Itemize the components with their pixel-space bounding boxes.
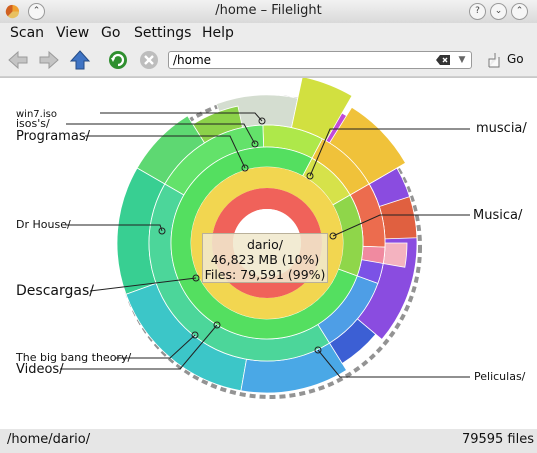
label-muscia[interactable]: muscia/ [476,121,527,136]
maximize-icon[interactable]: ⌃ [511,3,528,20]
go-button[interactable]: Go [481,50,533,70]
status-bar: /home/dario/ 79595 files [0,429,537,453]
chevron-down-icon[interactable]: ▼ [456,53,468,67]
menu-bar: Scan View Go Settings Help [0,23,537,44]
label-descargas[interactable]: Descargas/ [16,283,94,299]
toolbar: ▼ Go [0,44,537,77]
menu-go[interactable]: Go [101,25,120,41]
refresh-icon[interactable] [106,49,130,71]
window-title: /home – Filelight [215,3,322,18]
status-file-count: 79595 files [461,432,534,447]
minimize-icon[interactable]: ⌄ [490,3,507,20]
tooltip-size: 46,823 MB (10%) [210,252,320,267]
label-musica[interactable]: Musica/ [473,208,523,223]
segment-tooltip: dario/ 46,823 MB (10%) Files: 79,591 (99… [202,233,328,283]
location-bar[interactable]: ▼ [168,51,472,69]
menu-help[interactable]: Help [202,25,234,41]
label-videos[interactable]: Videos/ [16,362,64,377]
menu-view[interactable]: View [56,25,89,41]
tooltip-files: Files: 79,591 (99%) [204,267,326,282]
go-label: Go [507,52,524,66]
menu-scan[interactable]: Scan [10,25,44,41]
label-peliculas[interactable]: Peliculas/ [474,370,526,383]
up-icon[interactable] [68,49,92,71]
pink-seg[interactable] [382,242,408,268]
menu-settings[interactable]: Settings [134,25,191,41]
go-icon [488,53,500,68]
forward-icon[interactable] [37,49,61,71]
location-input[interactable] [173,52,428,68]
back-icon[interactable] [6,49,30,71]
tooltip-name: dario/ [246,237,284,252]
title-bar: ⌃ /home – Filelight ? ⌄ ⌃ [0,0,537,24]
label-programas[interactable]: Programas/ [16,129,91,144]
label-drhouse[interactable]: Dr House/ [16,218,71,231]
status-path: /home/dario/ [7,432,91,447]
stop-icon[interactable] [137,49,161,71]
clear-location-icon[interactable] [435,53,451,67]
help-icon[interactable]: ? [469,3,486,20]
